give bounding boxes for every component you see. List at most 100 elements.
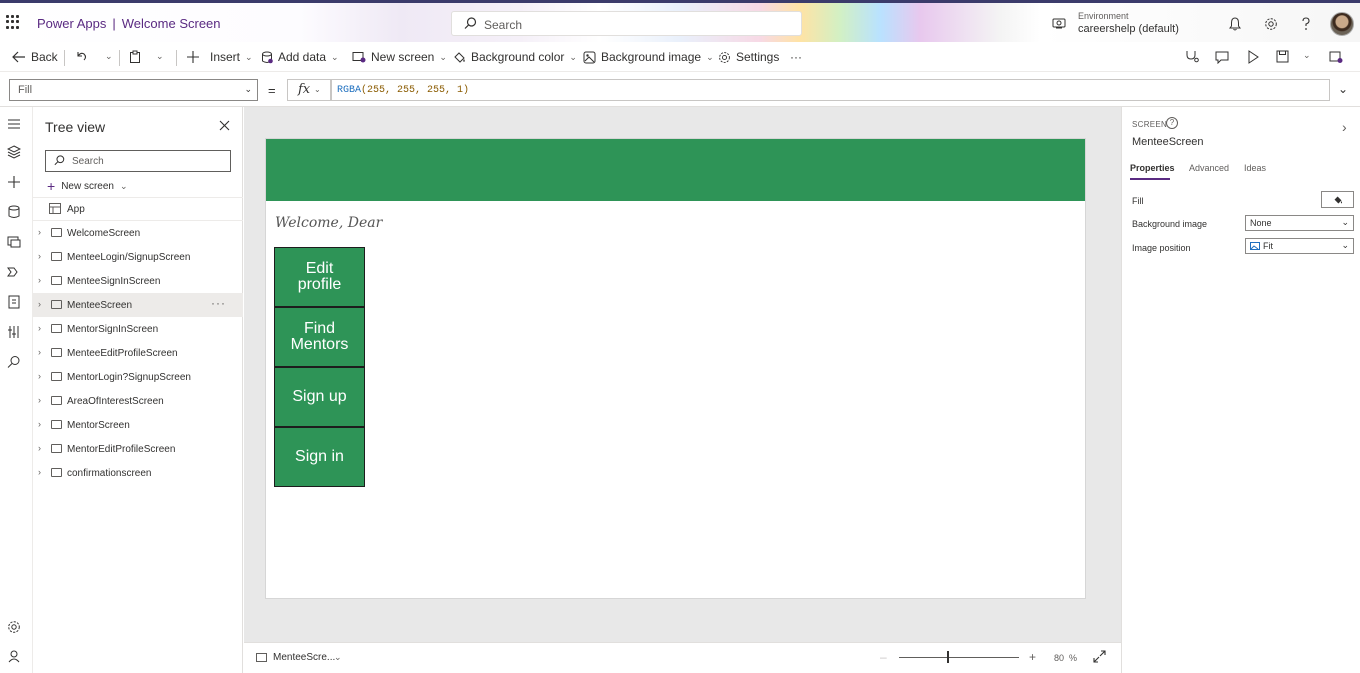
save-icon[interactable]: [1276, 50, 1289, 63]
environment-value: careershelp (default): [1078, 23, 1179, 35]
new-screen-button[interactable]: New screen ⌄: [352, 50, 447, 64]
tab-advanced[interactable]: Advanced: [1189, 163, 1229, 173]
gear-icon[interactable]: [1264, 17, 1278, 31]
chevron-right-icon[interactable]: ›: [38, 347, 41, 357]
chevron-down-icon[interactable]: ⌄: [1303, 50, 1311, 61]
chevron-down-icon: ⌄: [1341, 240, 1349, 250]
tree-new-screen-button[interactable]: + New screen ⌄: [47, 178, 128, 194]
chevron-right-icon[interactable]: ›: [38, 371, 41, 381]
tree-item-screen[interactable]: › WelcomeScreen: [33, 221, 243, 245]
zoom-slider-thumb[interactable]: [947, 651, 949, 663]
bell-icon[interactable]: [1229, 17, 1241, 31]
more-commands-button[interactable]: ···: [790, 50, 802, 64]
user-avatar[interactable]: [1330, 12, 1354, 36]
tree-new-screen-label: New screen: [61, 180, 114, 192]
menu-icon[interactable]: [7, 117, 21, 131]
edit-profile-button[interactable]: Edit profile: [274, 247, 365, 307]
zoom-slider[interactable]: [899, 657, 1019, 658]
formula-input[interactable]: RGBA(255, 255, 255, 1): [331, 79, 1330, 101]
background-image-button[interactable]: Background image ⌄: [583, 50, 714, 64]
database-icon[interactable]: [7, 205, 21, 219]
search-icon[interactable]: [7, 355, 21, 369]
chevron-down-icon: ⌄: [439, 51, 447, 62]
undo-button[interactable]: ⌄: [75, 50, 113, 62]
screen-icon: [256, 653, 267, 662]
chevron-right-icon[interactable]: ›: [38, 275, 41, 285]
screen-icon: [51, 468, 62, 477]
app-name[interactable]: Power Apps: [37, 16, 106, 31]
chevron-right-icon[interactable]: ›: [38, 323, 41, 333]
tab-ideas[interactable]: Ideas: [1244, 163, 1266, 173]
comment-icon[interactable]: [1215, 50, 1229, 64]
more-options-icon[interactable]: ···: [211, 296, 226, 310]
property-dropdown[interactable]: Fill ⌄: [9, 79, 258, 101]
add-data-button[interactable]: Add data ⌄: [261, 50, 339, 64]
chevron-down-icon[interactable]: ⌄: [156, 51, 164, 62]
chevron-right-icon[interactable]: ›: [38, 419, 41, 429]
paste-button[interactable]: ⌄: [129, 50, 164, 63]
layers-icon[interactable]: [7, 145, 21, 159]
insert-button[interactable]: Insert ⌄: [187, 50, 253, 64]
tree-item-app[interactable]: App: [33, 197, 243, 221]
stethoscope-icon[interactable]: [1185, 50, 1199, 64]
tree-item-screen[interactable]: › MenteeLogin/SignupScreen: [33, 245, 243, 269]
screen-icon: [51, 444, 62, 453]
close-icon[interactable]: [219, 120, 230, 131]
publish-icon[interactable]: [1329, 50, 1343, 64]
tree-item-screen[interactable]: › MenteeScreen ···: [33, 293, 243, 317]
welcome-label[interactable]: Welcome, Dear: [275, 215, 382, 231]
plus-icon[interactable]: [7, 175, 21, 189]
sign-in-button[interactable]: Sign in: [274, 427, 365, 487]
chevron-right-icon[interactable]: ›: [1342, 119, 1347, 135]
fill-color-picker[interactable]: [1321, 191, 1354, 208]
tree-item-screen[interactable]: › confirmationscreen: [33, 461, 243, 485]
background-color-button[interactable]: Background color ⌄: [453, 50, 577, 64]
image-position-dropdown[interactable]: Fit ⌄: [1245, 238, 1354, 254]
fx-button[interactable]: fx ⌄: [287, 79, 331, 101]
virtual-agent-icon[interactable]: [7, 649, 21, 663]
help-icon[interactable]: ?: [1166, 117, 1178, 129]
tree-item-label: MenteeEditProfileScreen: [67, 348, 178, 359]
zoom-in-button[interactable]: +: [1029, 650, 1036, 664]
gear-icon[interactable]: [7, 620, 21, 634]
play-icon[interactable]: [1247, 50, 1259, 64]
back-button[interactable]: Back: [12, 50, 58, 64]
tree-item-screen[interactable]: › AreaOfInterestScreen: [33, 389, 243, 413]
waffle-icon[interactable]: [6, 15, 20, 29]
find-mentors-button[interactable]: Find Mentors: [274, 307, 365, 367]
background-image-value: None: [1250, 218, 1272, 228]
chevron-right-icon[interactable]: ›: [38, 443, 41, 453]
current-screen-selector[interactable]: MenteeScre...: [273, 652, 335, 663]
variables-icon[interactable]: [7, 325, 21, 339]
tree-item-screen[interactable]: › MentorSignInScreen: [33, 317, 243, 341]
chevron-right-icon[interactable]: ›: [38, 251, 41, 261]
screen-header-bar[interactable]: [266, 139, 1085, 201]
sign-up-button[interactable]: Sign up: [274, 367, 365, 427]
media-icon[interactable]: [7, 235, 21, 249]
chevron-down-icon[interactable]: ⌄: [334, 652, 342, 663]
tree-item-screen[interactable]: › MenteeEditProfileScreen: [33, 341, 243, 365]
chevron-right-icon[interactable]: ›: [38, 299, 41, 309]
tree-item-screen[interactable]: › MenteeSignInScreen: [33, 269, 243, 293]
settings-button[interactable]: Settings: [718, 50, 779, 64]
chevron-down-icon[interactable]: ⌄: [105, 51, 113, 62]
tree-search-input[interactable]: Search: [45, 150, 231, 172]
chevron-right-icon[interactable]: ›: [38, 467, 41, 477]
chevron-right-icon[interactable]: ›: [38, 395, 41, 405]
help-icon[interactable]: [1300, 17, 1312, 31]
fit-to-window-icon[interactable]: [1093, 650, 1106, 663]
power-automate-icon[interactable]: [7, 265, 21, 279]
tree-item-screen[interactable]: › MentorScreen: [33, 413, 243, 437]
background-image-dropdown[interactable]: None ⌄: [1245, 215, 1354, 231]
expand-formula-icon[interactable]: ⌄: [1338, 82, 1348, 96]
chevron-right-icon[interactable]: ›: [38, 227, 41, 237]
search-icon: [54, 155, 65, 166]
tree-item-screen[interactable]: › MentorLogin?SignupScreen: [33, 365, 243, 389]
tab-properties[interactable]: Properties: [1130, 163, 1175, 173]
components-icon[interactable]: [7, 295, 21, 309]
global-search-input[interactable]: Search: [451, 11, 802, 36]
paste-icon: [130, 50, 140, 63]
zoom-out-button[interactable]: –: [880, 650, 887, 664]
tree-item-screen[interactable]: › MentorEditProfileScreen: [33, 437, 243, 461]
mentee-screen-preview[interactable]: Welcome, Dear Edit profile Find Mentors …: [265, 138, 1086, 599]
